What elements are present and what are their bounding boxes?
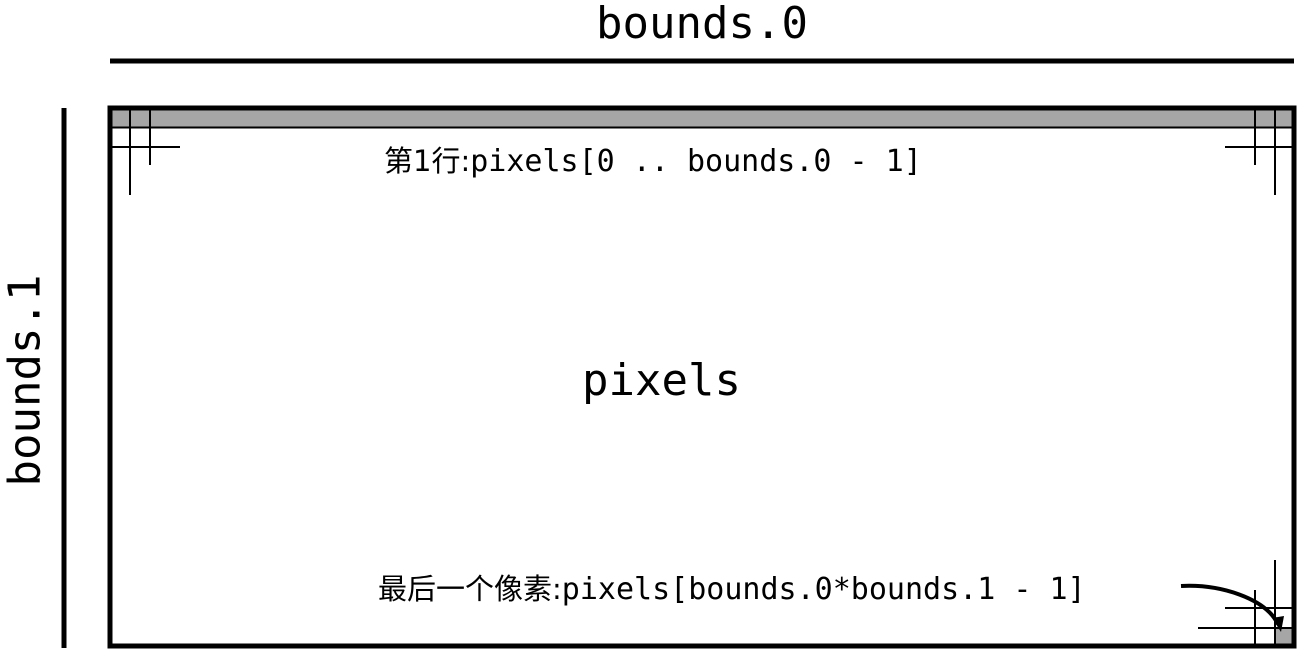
first-row-label: 第1行:pixels[0 .. bounds.0 - 1] — [384, 138, 922, 180]
pixel-buffer-diagram — [61, 58, 1297, 649]
last-pixel-highlight — [1275, 628, 1293, 645]
height-label: bounds.1 — [0, 274, 51, 487]
last-pixel-arrow — [1180, 583, 1280, 625]
first-row-expression: pixels[0 .. bounds.0 - 1] — [470, 144, 922, 179]
first-row-prefix: 第1行: — [384, 144, 471, 178]
pixels-label: pixels — [582, 355, 741, 406]
last-pixel-label: 最后一个像素:pixels[bounds.0*bounds.1 - 1] — [378, 566, 1086, 608]
width-label: bounds.0 — [596, 0, 808, 49]
last-pixel-expression: pixels[bounds.0*bounds.1 - 1] — [561, 572, 1086, 607]
first-row-highlight — [112, 110, 1294, 127]
last-pixel-prefix: 最后一个像素: — [378, 572, 562, 606]
